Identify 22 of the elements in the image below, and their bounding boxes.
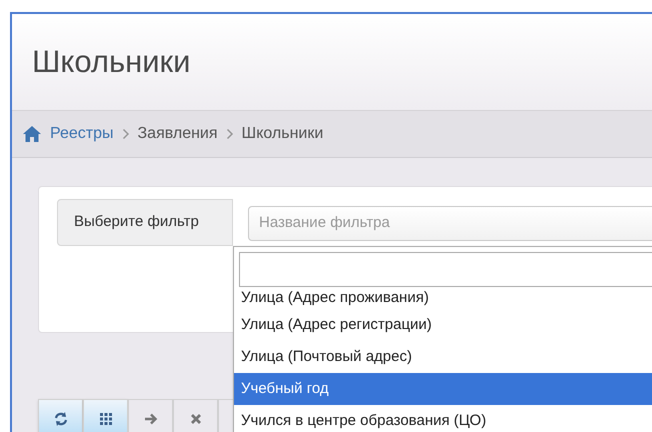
- dropdown-option[interactable]: Улица (Почтовый адрес): [234, 341, 652, 373]
- placeholder-text: Название фильтра: [259, 213, 390, 234]
- toolbar-button[interactable]: [128, 399, 173, 432]
- breadcrumb-item: Школьники: [242, 124, 324, 144]
- toolbar-button[interactable]: [83, 399, 128, 432]
- toolbar-button[interactable]: [38, 399, 83, 432]
- dropdown-option[interactable]: Улица (Адрес проживания): [234, 287, 652, 309]
- chevron-icon: [122, 128, 130, 140]
- home-icon[interactable]: [22, 125, 42, 143]
- search-field[interactable]: [239, 252, 652, 287]
- toolbar-button[interactable]: [173, 399, 218, 432]
- chevron-icon: [226, 128, 234, 140]
- page-title: Школьники: [32, 42, 190, 81]
- breadcrumb-item: Заявления: [138, 124, 218, 144]
- dropdown-option[interactable]: Улица (Адрес регистрации): [234, 309, 652, 341]
- refresh-icon: [52, 411, 68, 427]
- arrow-icon: [142, 411, 158, 427]
- filter-label: Выберите фильтр: [57, 199, 233, 246]
- dropdown-option[interactable]: Учебный год: [234, 373, 652, 405]
- dropdown-option[interactable]: Учился в центре образования (ЦО): [234, 405, 652, 432]
- grid-icon: [98, 411, 114, 427]
- breadcrumb-link[interactable]: Реестры: [50, 122, 114, 146]
